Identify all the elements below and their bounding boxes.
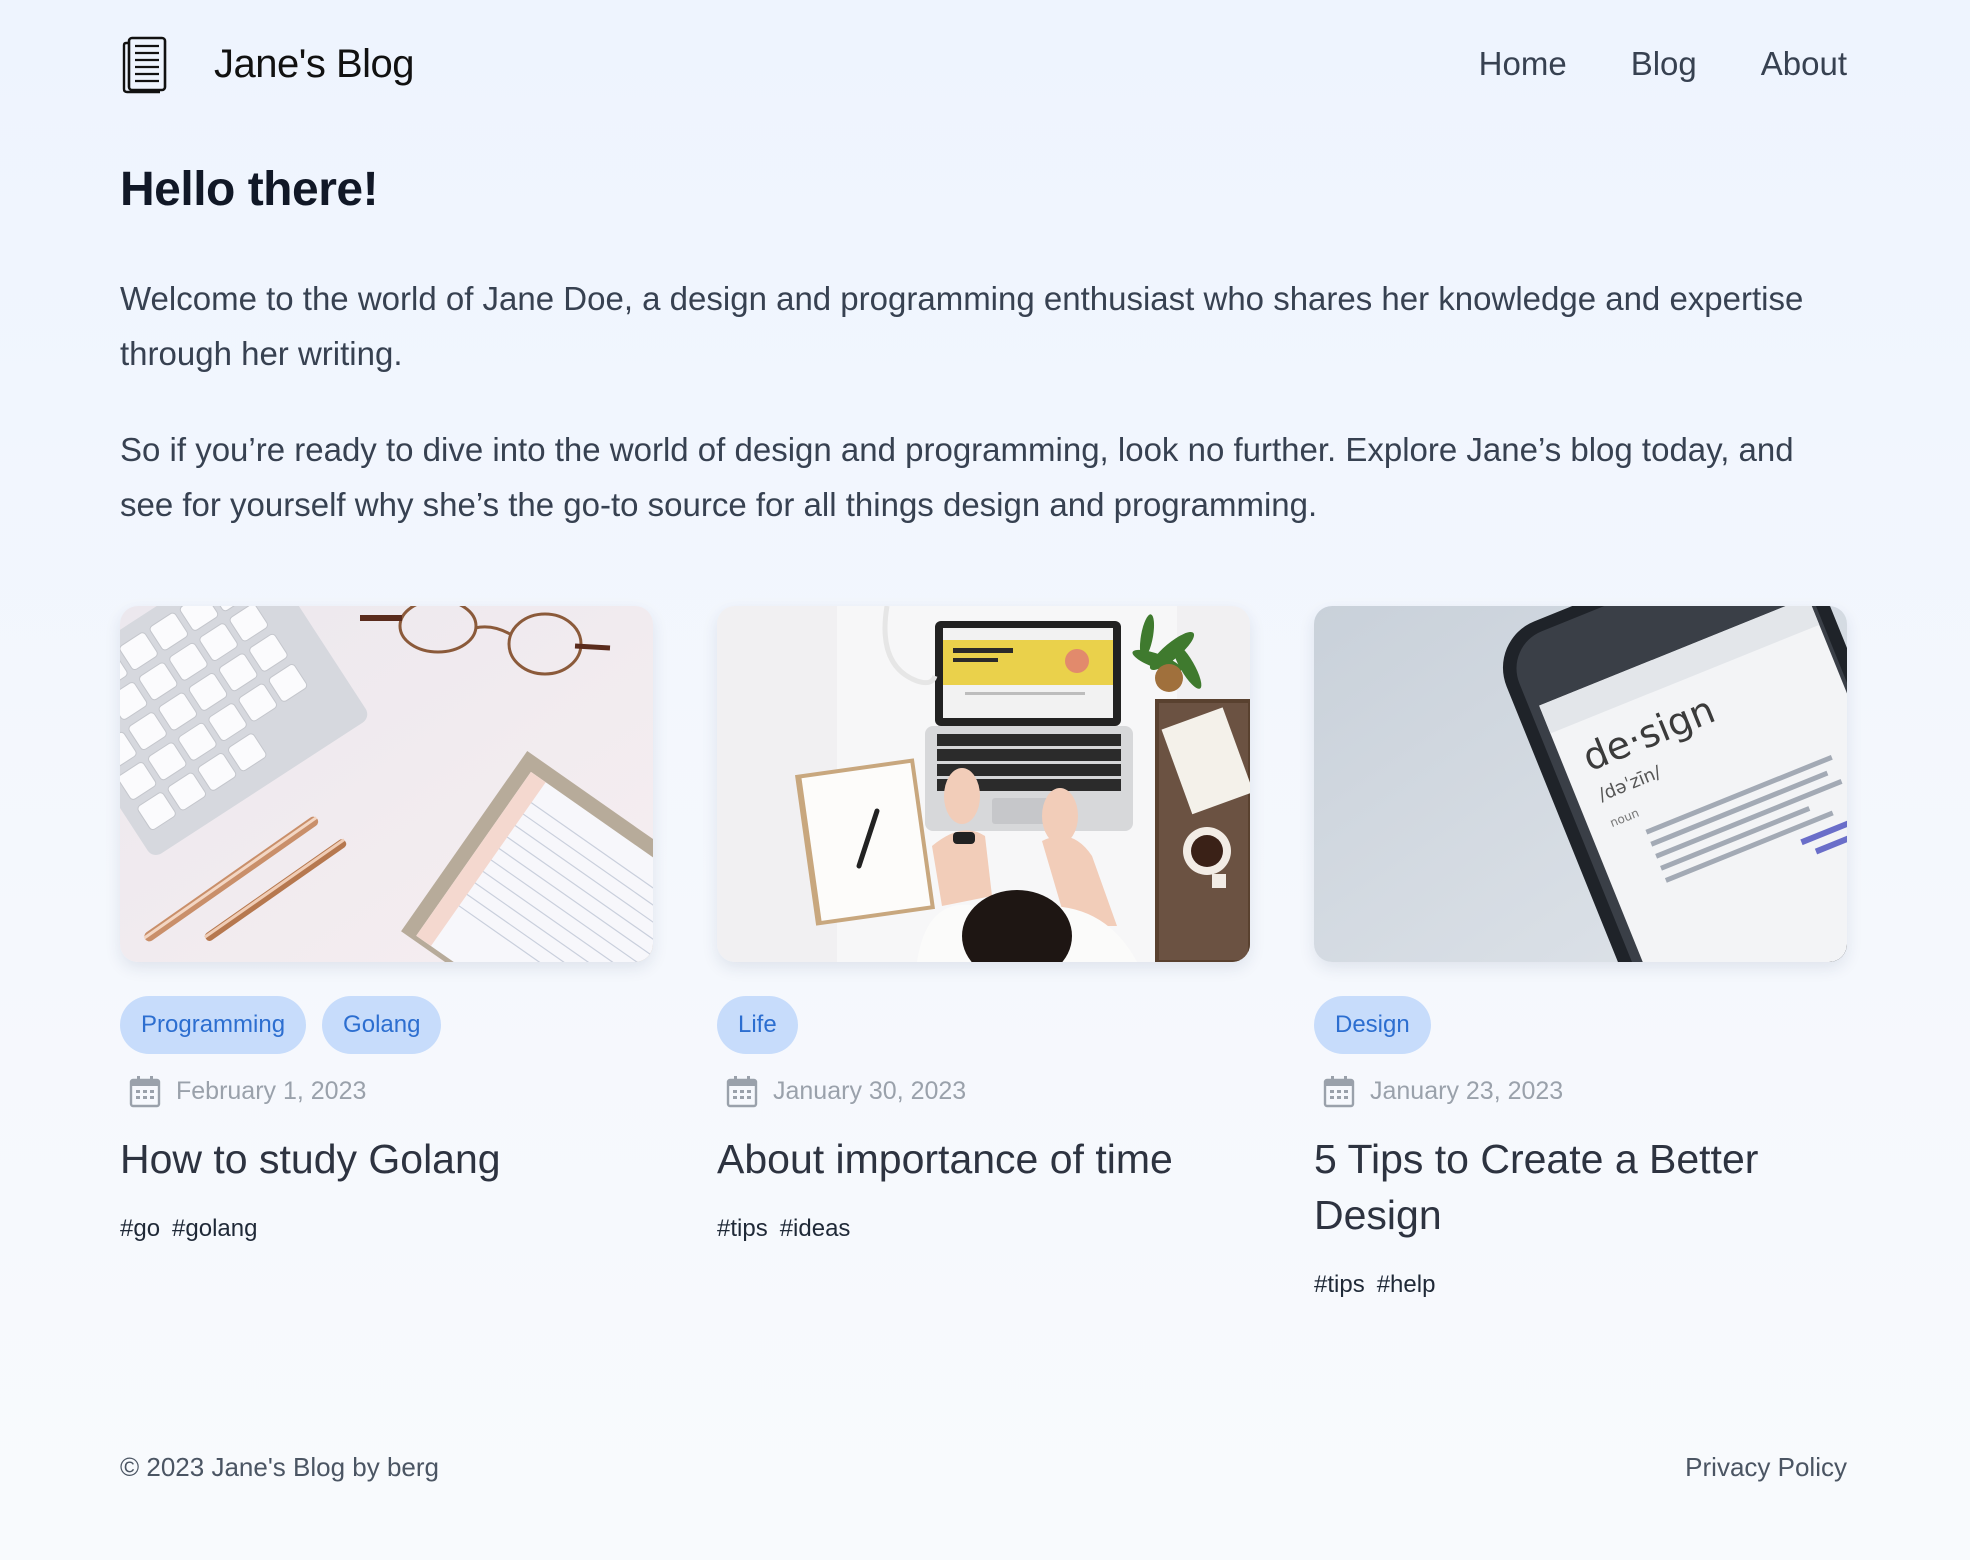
intro-paragraph-1: Welcome to the world of Jane Doe, a desi… xyxy=(120,280,1804,372)
hashtag[interactable]: #tips xyxy=(1314,1271,1365,1299)
category-tag[interactable]: Programming xyxy=(120,996,307,1054)
post-date-row: January 30, 2023 xyxy=(717,1071,1250,1111)
nav-blog-link[interactable]: Blog xyxy=(1631,45,1697,83)
post-thumbnail[interactable] xyxy=(717,606,1250,962)
category-tag[interactable]: Design xyxy=(1314,996,1431,1054)
main-nav: Home Blog About xyxy=(1479,45,1847,83)
category-tags: Programming Golang xyxy=(120,996,653,1054)
post-date-row: January 23, 2023 xyxy=(1314,1071,1847,1111)
post-title[interactable]: About importance of time xyxy=(717,1131,1250,1187)
post-thumbnail[interactable] xyxy=(120,606,653,962)
site-footer: © 2023 Jane's Blog by berg Privacy Polic… xyxy=(120,1452,1847,1483)
site-header: Jane's Blog Home Blog About xyxy=(120,28,1847,100)
post-hashtags: #tips #help xyxy=(1314,1271,1847,1299)
post-hashtags: #tips #ideas xyxy=(717,1215,1250,1243)
post-date-row: February 1, 2023 xyxy=(120,1071,653,1111)
page: Jane's Blog Home Blog About Hello there!… xyxy=(0,0,1970,1560)
woman-typing-laptop-photo xyxy=(717,606,1250,962)
category-tags: Design xyxy=(1314,996,1847,1054)
brand-link[interactable]: Jane's Blog xyxy=(120,33,415,95)
calendar-icon xyxy=(129,1076,161,1108)
hashtag[interactable]: #tips xyxy=(717,1215,768,1243)
post-date: January 30, 2023 xyxy=(773,1076,967,1105)
post-date: January 23, 2023 xyxy=(1370,1076,1564,1105)
page-heading: Hello there! xyxy=(120,163,379,216)
post-thumbnail[interactable]: de·sign /dəˈzīn/ noun xyxy=(1314,606,1847,962)
hashtag[interactable]: #ideas xyxy=(780,1215,851,1243)
post-date: February 1, 2023 xyxy=(176,1076,367,1105)
category-tags: Life xyxy=(717,996,1250,1054)
hashtag[interactable]: #golang xyxy=(172,1215,257,1243)
hashtag[interactable]: #help xyxy=(1377,1271,1436,1299)
calendar-icon xyxy=(726,1076,758,1108)
copyright-text: © 2023 Jane's Blog by berg xyxy=(120,1452,439,1482)
post-card[interactable]: Life January 30, 2023 About importance o… xyxy=(717,606,1250,1243)
hashtag[interactable]: #go xyxy=(120,1215,160,1243)
nav-home-link[interactable]: Home xyxy=(1479,45,1567,83)
post-hashtags: #go #golang xyxy=(120,1215,653,1243)
desk-keyboard-glasses-notebook-photo xyxy=(120,606,653,962)
post-title[interactable]: 5 Tips to Create a Better Design xyxy=(1314,1131,1847,1243)
post-card[interactable]: Programming Golang February 1, 2023 How … xyxy=(120,606,653,1243)
brand-title: Jane's Blog xyxy=(214,41,415,86)
phone-design-definition-photo: de·sign /dəˈzīn/ noun xyxy=(1314,606,1847,962)
post-title[interactable]: How to study Golang xyxy=(120,1131,653,1187)
calendar-icon xyxy=(1323,1076,1355,1108)
nav-about-link[interactable]: About xyxy=(1761,45,1847,83)
intro-paragraph-2: So if you’re ready to dive into the worl… xyxy=(120,431,1794,523)
document-icon xyxy=(122,36,167,94)
privacy-policy-link[interactable]: Privacy Policy xyxy=(1685,1452,1847,1483)
category-tag[interactable]: Life xyxy=(717,996,798,1054)
category-tag[interactable]: Golang xyxy=(322,996,442,1054)
post-card[interactable]: de·sign /dəˈzīn/ noun Design January 23,… xyxy=(1314,606,1847,1299)
